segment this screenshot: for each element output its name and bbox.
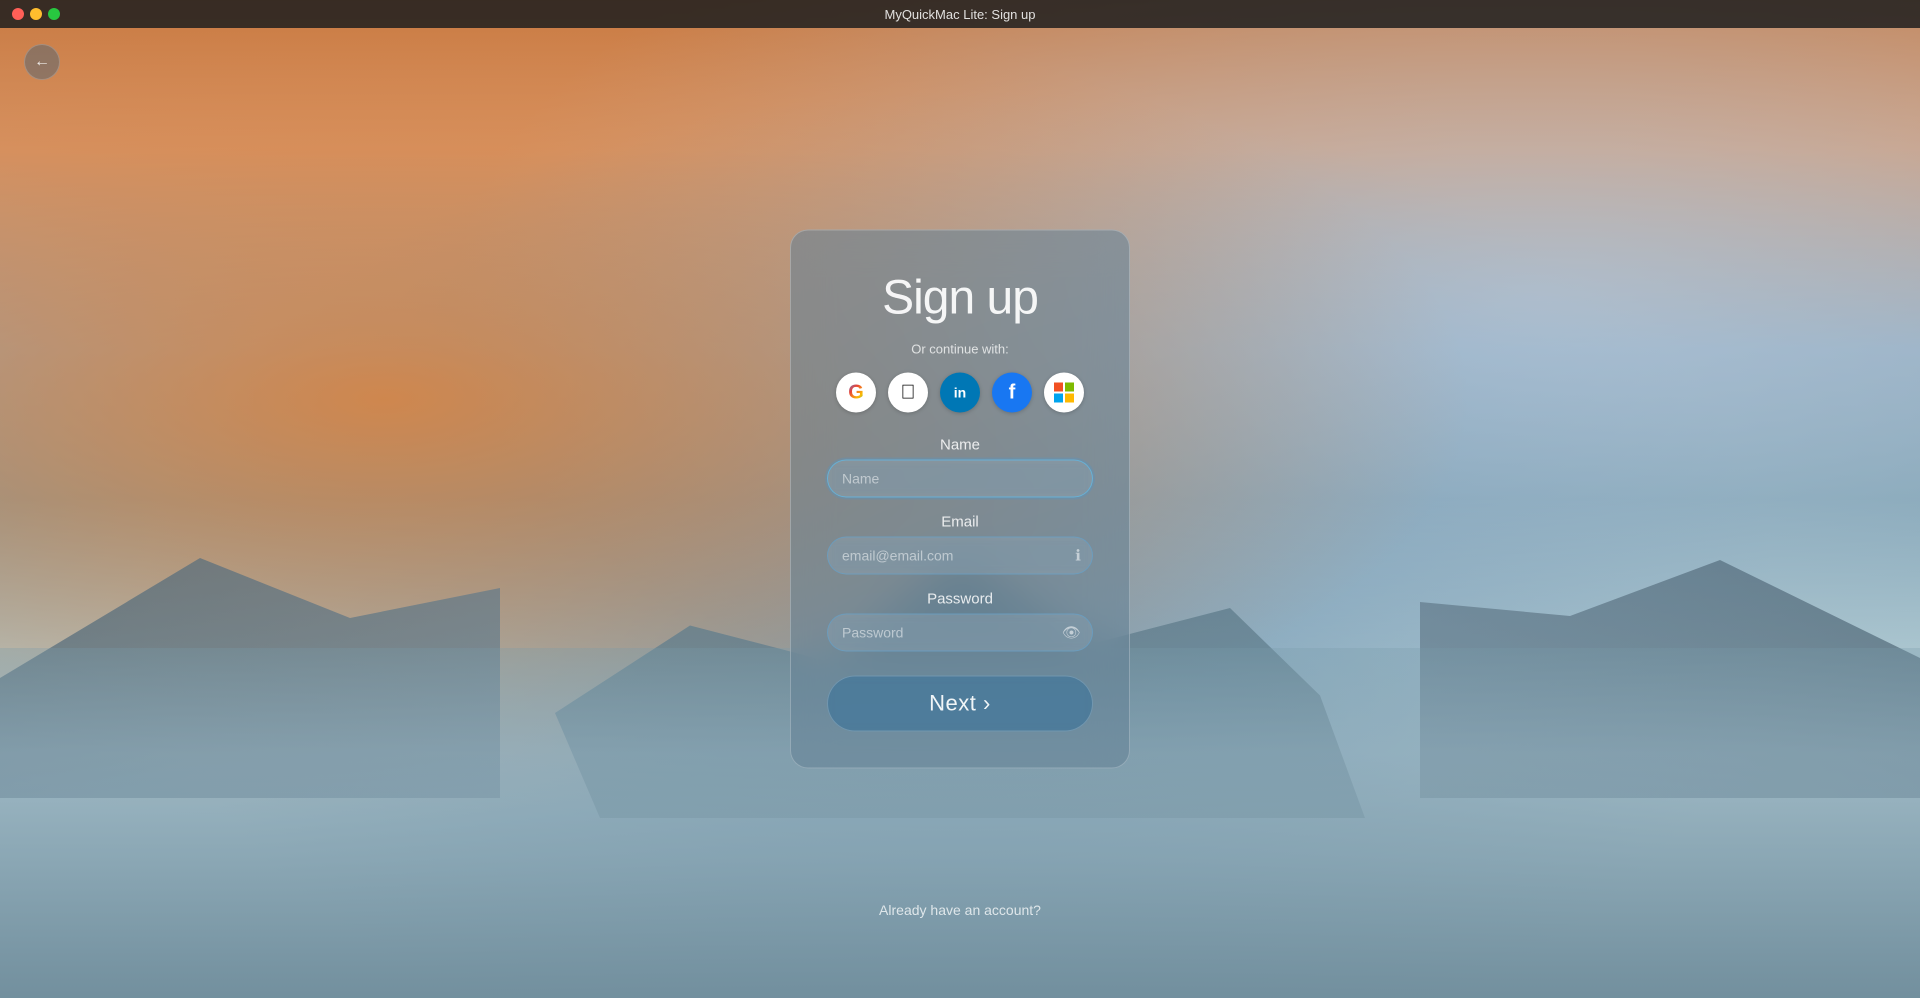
password-field-group: Password 👁 (827, 591, 1093, 652)
titlebar: MyQuickMac Lite: Sign up (0, 0, 1920, 28)
linkedin-signin-button[interactable]: in (940, 373, 980, 413)
next-button[interactable]: Next › (827, 676, 1093, 732)
back-button[interactable]: ← (24, 44, 60, 80)
name-input[interactable] (827, 460, 1093, 498)
email-input[interactable] (827, 537, 1093, 575)
close-button[interactable] (12, 8, 24, 20)
apple-signin-button[interactable]:  (888, 373, 928, 413)
maximize-button[interactable] (48, 8, 60, 20)
traffic-lights (12, 8, 60, 20)
linkedin-icon: in (954, 385, 966, 401)
email-label: Email (827, 514, 1093, 531)
name-field-group: Name (827, 437, 1093, 498)
name-field-wrapper (827, 460, 1093, 498)
window-title: MyQuickMac Lite: Sign up (884, 7, 1035, 22)
email-field-group: Email ℹ (827, 514, 1093, 575)
facebook-icon: f (1009, 381, 1016, 404)
back-arrow-icon: ← (34, 53, 50, 71)
social-row: G  in f (827, 373, 1093, 413)
card-title: Sign up (827, 271, 1093, 326)
email-field-wrapper: ℹ (827, 537, 1093, 575)
google-signin-button[interactable]: G (836, 373, 876, 413)
microsoft-icon (1054, 383, 1074, 403)
facebook-signin-button[interactable]: f (992, 373, 1032, 413)
apple-icon:  (901, 381, 916, 404)
password-input[interactable] (827, 614, 1093, 652)
name-label: Name (827, 437, 1093, 454)
signup-card: Sign up Or continue with: G  in f Name (790, 230, 1130, 769)
microsoft-signin-button[interactable] (1044, 373, 1084, 413)
google-icon: G (848, 381, 864, 404)
password-toggle-icon[interactable]: 👁 (1062, 624, 1081, 642)
password-label: Password (827, 591, 1093, 608)
already-account-text[interactable]: Already have an account? (879, 902, 1041, 918)
email-info-icon[interactable]: ℹ (1075, 547, 1081, 565)
minimize-button[interactable] (30, 8, 42, 20)
or-continue-text: Or continue with: (827, 342, 1093, 357)
password-field-wrapper: 👁 (827, 614, 1093, 652)
